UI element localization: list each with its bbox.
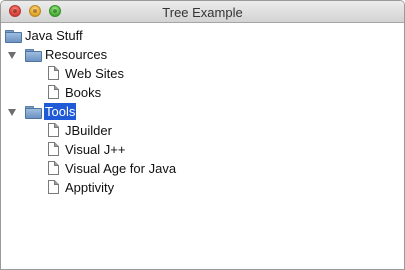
tree-view[interactable]: Java Stuff Resources Web Sites Books Too… (1, 23, 404, 269)
app-window: Tree Example Java Stuff Resources Web Si… (0, 0, 405, 270)
tree-leaf-label: Books (65, 85, 102, 100)
tree-leaf-label: JBuilder (65, 123, 112, 138)
folder-icon (5, 30, 22, 43)
tree-leaf-books[interactable]: Books (1, 83, 404, 102)
tree-node-label: Resources (45, 47, 108, 62)
tree-leaf-web-sites[interactable]: Web Sites (1, 64, 404, 83)
tree-node-label: Java Stuff (25, 28, 83, 43)
document-icon (48, 123, 59, 137)
document-icon (48, 85, 59, 99)
title-bar[interactable]: Tree Example (1, 1, 404, 23)
folder-icon (25, 49, 42, 62)
tree-leaf-apptivity[interactable]: Apptivity (1, 178, 404, 197)
tree-node-label: Tools (44, 103, 77, 120)
tree-leaf-label: Visual J++ (65, 142, 126, 157)
tree-leaf-label: Visual Age for Java (65, 161, 177, 176)
tree-node-resources[interactable]: Resources (1, 45, 404, 64)
tree-leaf-visual-jpp[interactable]: Visual J++ (1, 140, 404, 159)
tree-node-root[interactable]: Java Stuff (1, 26, 404, 45)
document-icon (48, 142, 59, 156)
expand-toggle-icon[interactable] (8, 52, 16, 59)
document-icon (48, 161, 59, 175)
tree-leaf-label: Apptivity (65, 180, 115, 195)
document-icon (48, 180, 59, 194)
tree-node-tools[interactable]: Tools (1, 102, 404, 121)
document-icon (48, 66, 59, 80)
tree-leaf-visual-age[interactable]: Visual Age for Java (1, 159, 404, 178)
folder-icon (25, 106, 42, 119)
window-title: Tree Example (162, 5, 243, 20)
tree-leaf-jbuilder[interactable]: JBuilder (1, 121, 404, 140)
tree-leaf-label: Web Sites (65, 66, 125, 81)
expand-toggle-icon[interactable] (8, 109, 16, 116)
